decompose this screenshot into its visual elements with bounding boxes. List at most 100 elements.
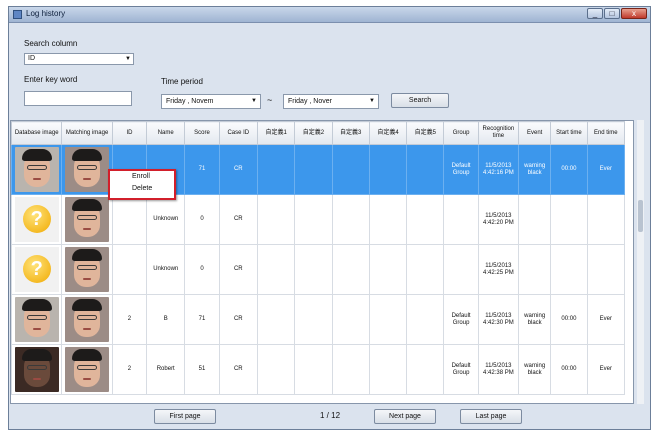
minimize-button[interactable]: _ bbox=[587, 8, 603, 19]
column-header[interactable]: ID bbox=[111, 121, 148, 145]
close-button[interactable]: x bbox=[621, 8, 647, 19]
database-face-image bbox=[14, 147, 59, 192]
group-cell: Default Group bbox=[443, 144, 479, 195]
column-header[interactable]: Score bbox=[184, 121, 220, 145]
maximize-button[interactable]: □ bbox=[604, 8, 620, 19]
from-month: , Novem bbox=[187, 98, 214, 105]
table-row[interactable]: ? Unknown 0 CR 11/5/2013 4:42:20 PM bbox=[11, 194, 626, 245]
column-header[interactable]: Event bbox=[518, 121, 552, 145]
custom-field-cell bbox=[294, 144, 333, 195]
question-mark-icon: ? bbox=[22, 205, 51, 233]
time-cell: 11/5/2013 4:42:16 PM bbox=[477, 144, 520, 195]
matching-image-cell bbox=[61, 294, 113, 345]
event-cell bbox=[518, 194, 552, 245]
to-day: Friday bbox=[288, 98, 308, 105]
window-title: Log history bbox=[26, 9, 66, 18]
matching-image-cell bbox=[61, 194, 113, 245]
column-header[interactable]: Name bbox=[146, 121, 186, 145]
custom-field-cell bbox=[256, 194, 296, 245]
column-header[interactable]: Database image bbox=[11, 121, 63, 145]
chevron-down-icon: ▼ bbox=[251, 98, 257, 104]
score-cell: 71 bbox=[184, 294, 220, 345]
from-date-picker[interactable]: Friday , Novem ▼ bbox=[161, 94, 261, 109]
time-cell: 11/5/2013 4:42:25 PM bbox=[477, 244, 520, 295]
custom-field-cell bbox=[331, 194, 370, 245]
custom-field-cell bbox=[368, 144, 408, 195]
name-cell: Unknown bbox=[146, 194, 186, 245]
custom-field-cell bbox=[331, 244, 370, 295]
search-column-label: Search column bbox=[24, 39, 78, 48]
matching-face-image bbox=[65, 297, 110, 342]
start-cell: 00:00 bbox=[550, 144, 588, 195]
table-header: Database image Matching image ID Name Score C… bbox=[11, 121, 626, 145]
pager: First page 1 / 12 Next page Last page bbox=[8, 404, 651, 430]
title-bar[interactable]: Log history _ □ x bbox=[9, 7, 650, 23]
database-image-cell bbox=[11, 344, 63, 395]
vertical-scrollbar[interactable] bbox=[637, 120, 644, 404]
id-cell: 2 bbox=[111, 294, 148, 345]
custom-field-cell bbox=[368, 194, 408, 245]
matching-image-cell bbox=[61, 244, 113, 295]
end-cell: Ever bbox=[586, 144, 626, 195]
start-cell bbox=[550, 244, 588, 295]
custom-field-cell bbox=[256, 294, 296, 345]
column-header[interactable]: 自定義1 bbox=[256, 121, 296, 145]
column-header[interactable]: 自定義3 bbox=[331, 121, 370, 145]
first-page-button[interactable]: First page bbox=[154, 409, 216, 424]
search-column-value: ID bbox=[28, 55, 35, 62]
group-cell bbox=[443, 194, 479, 245]
table-row[interactable]: ? Unknown 0 CR 11/5/2013 4:42:25 PM bbox=[11, 244, 626, 295]
time-period-label: Time period bbox=[161, 77, 203, 86]
score-cell: 0 bbox=[184, 194, 220, 245]
log-table: Database image Matching image ID Name Score C… bbox=[11, 121, 626, 395]
column-header[interactable]: 自定義5 bbox=[406, 121, 445, 145]
database-image-cell: ? bbox=[11, 194, 63, 245]
score-cell: 0 bbox=[184, 244, 220, 295]
column-header[interactable]: Case ID bbox=[218, 121, 258, 145]
keyword-input[interactable] bbox=[24, 91, 132, 106]
unknown-person-icon: ? bbox=[14, 197, 59, 242]
id-cell bbox=[111, 194, 148, 245]
log-grid[interactable]: Database image Matching image ID Name Score C… bbox=[10, 120, 634, 404]
score-cell: 51 bbox=[184, 344, 220, 395]
date-separator: ~ bbox=[267, 95, 273, 105]
column-header[interactable]: 自定義2 bbox=[294, 121, 333, 145]
score-cell: 71 bbox=[184, 144, 220, 195]
column-header[interactable]: Matching image bbox=[61, 121, 113, 145]
start-cell: 00:00 bbox=[550, 294, 588, 345]
last-page-button[interactable]: Last page bbox=[460, 409, 522, 424]
column-header[interactable]: 自定義4 bbox=[368, 121, 408, 145]
column-header[interactable]: End time bbox=[586, 121, 626, 145]
database-face-image bbox=[14, 347, 59, 392]
custom-field-cell bbox=[294, 194, 333, 245]
custom-field-cell bbox=[294, 244, 333, 295]
name-cell: Robert bbox=[146, 344, 186, 395]
name-cell: B bbox=[146, 294, 186, 345]
table-row[interactable]: 2 B 71 CR Default Group 11/5/2013 4:42:30 PM w… bbox=[11, 294, 626, 345]
custom-field-cell bbox=[331, 294, 370, 345]
chevron-down-icon: ▼ bbox=[369, 98, 375, 104]
case-cell: CR bbox=[218, 194, 258, 245]
table-row[interactable]: 2 Robert 51 CR Default Group 11/5/2013 4:42:3… bbox=[11, 344, 626, 395]
next-page-button[interactable]: Next page bbox=[374, 409, 436, 424]
context-menu-delete[interactable]: Delete bbox=[110, 183, 174, 195]
to-date-picker[interactable]: Friday , Nover ▼ bbox=[283, 94, 379, 109]
scrollbar-thumb[interactable] bbox=[638, 200, 643, 232]
table-row[interactable]: 71 CR Default Group 11/5/2013 4:42:16 PM war… bbox=[11, 144, 626, 195]
page-info: 1 / 12 bbox=[320, 411, 341, 420]
search-column-select[interactable]: ID ▼ bbox=[24, 53, 134, 65]
custom-field-cell bbox=[294, 344, 333, 395]
context-menu-enroll[interactable]: Enroll bbox=[110, 171, 174, 183]
matching-face-image bbox=[65, 147, 110, 192]
id-cell: 2 bbox=[111, 344, 148, 395]
custom-field-cell bbox=[368, 244, 408, 295]
from-day: Friday bbox=[166, 98, 186, 105]
end-cell bbox=[586, 194, 626, 245]
keyword-label: Enter key word bbox=[24, 75, 78, 84]
search-button[interactable]: Search bbox=[391, 93, 449, 108]
column-header[interactable]: Start time bbox=[550, 121, 588, 145]
column-header[interactable]: Recognition time bbox=[477, 121, 520, 145]
question-mark-icon: ? bbox=[22, 255, 51, 283]
end-cell: Ever bbox=[586, 294, 626, 345]
column-header[interactable]: Group bbox=[443, 121, 479, 145]
